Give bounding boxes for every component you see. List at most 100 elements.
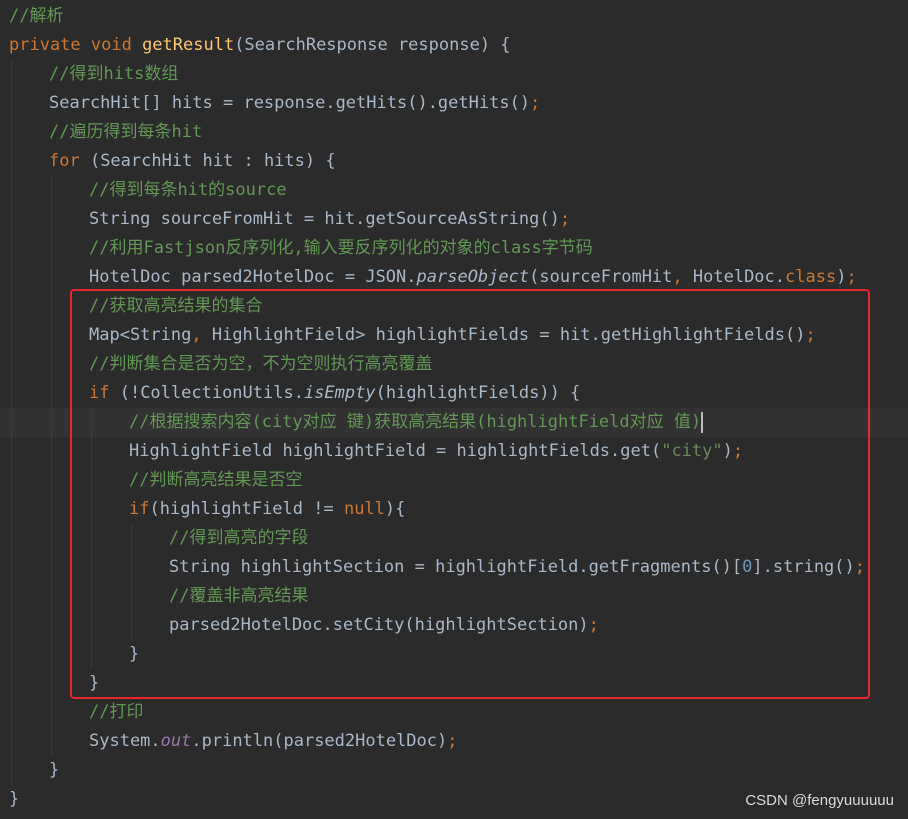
code-line[interactable]: HighlightField highlightField = highligh…	[0, 437, 908, 466]
code-line[interactable]: HotelDoc parsed2HotelDoc = JSON.parseObj…	[0, 263, 908, 292]
code-line[interactable]: }	[0, 669, 908, 698]
text-caret	[701, 411, 704, 433]
code-token: ;	[805, 325, 816, 345]
indent-guide	[131, 524, 132, 640]
code-token: System.	[89, 731, 161, 751]
code-token: HotelDoc.	[692, 267, 786, 287]
code-token: HighlightField highlightField = highligh…	[129, 441, 662, 461]
code-token: .println(parsed2HotelDoc)	[191, 731, 448, 751]
code-token: (SearchResponse response) {	[234, 35, 511, 55]
code-token: SearchHit[] hits = response.getHits().ge…	[49, 93, 531, 113]
code-token: HotelDoc parsed2HotelDoc = JSON.	[89, 267, 417, 287]
code-line-text: String sourceFromHit = hit.getSourceAsSt…	[89, 205, 570, 234]
code-line-text: System.out.println(parsed2HotelDoc);	[89, 727, 458, 756]
code-line-text: private void getResult(SearchResponse re…	[9, 31, 511, 60]
code-token: private void	[9, 35, 143, 55]
code-line[interactable]: //得到hits数组	[0, 60, 908, 89]
code-line[interactable]: //判断高亮结果是否空	[0, 466, 908, 495]
code-token: "city"	[661, 441, 723, 461]
code-token: ;	[732, 441, 744, 461]
code-line-text: //解析	[9, 2, 63, 31]
indent-guide	[51, 176, 52, 756]
code-token: //得到每条hit的source	[89, 180, 287, 200]
code-line[interactable]: System.out.println(parsed2HotelDoc);	[0, 727, 908, 756]
code-token: }	[129, 644, 140, 664]
code-line-text: //根据搜索内容(city对应 键)获取高亮结果(highlightField对…	[129, 408, 704, 437]
code-line-text: if (!CollectionUtils.isEmpty(highlightFi…	[89, 379, 580, 408]
code-token: //打印	[89, 702, 144, 722]
code-line[interactable]: Map<String, HighlightField> highlightFie…	[0, 321, 908, 350]
code-token: for	[49, 151, 90, 171]
code-line-text: //覆盖非高亮结果	[169, 582, 308, 611]
code-token: (SearchHit hit : hits) {	[89, 151, 336, 171]
code-token: //判断集合是否为空，不为空则执行高亮覆盖	[89, 354, 433, 374]
code-line-text: //判断集合是否为空，不为空则执行高亮覆盖	[89, 350, 432, 379]
code-line-text: }	[129, 640, 139, 669]
code-token: ;	[846, 267, 857, 287]
code-line[interactable]: if (!CollectionUtils.isEmpty(highlightFi…	[0, 379, 908, 408]
code-line-text: }	[9, 785, 19, 814]
code-token: getResult	[142, 35, 235, 55]
code-line[interactable]: //遍历得到每条hit	[0, 118, 908, 147]
code-line[interactable]: }	[0, 640, 908, 669]
code-line-text: String highlightSection = highlightField…	[169, 553, 865, 582]
code-editor[interactable]: //解析 private void getResult(SearchRespons…	[0, 0, 908, 819]
code-line-text: //打印	[89, 698, 143, 727]
code-line[interactable]: private void getResult(SearchResponse re…	[0, 31, 908, 60]
code-token: ;	[854, 557, 866, 577]
code-line[interactable]: //得到高亮的字段	[0, 524, 908, 553]
code-token: parsed2HotelDoc.setCity(highlightSection…	[169, 615, 589, 635]
code-line[interactable]: String sourceFromHit = hit.getSourceAsSt…	[0, 205, 908, 234]
code-line-text: //判断高亮结果是否空	[129, 466, 302, 495]
code-line[interactable]: //根据搜索内容(city对应 键)获取高亮结果(highlightField对…	[0, 408, 908, 437]
code-token: //根据搜索内容(city对应 键)获取高亮结果(highlightField对…	[129, 412, 702, 432]
code-line[interactable]: //判断集合是否为空，不为空则执行高亮覆盖	[0, 350, 908, 379]
code-token: )	[836, 267, 847, 287]
code-line[interactable]: //解析	[0, 2, 908, 31]
code-line[interactable]: }	[0, 756, 908, 785]
code-line[interactable]: for (SearchHit hit : hits) {	[0, 147, 908, 176]
code-line[interactable]: //打印	[0, 698, 908, 727]
code-line-text: for (SearchHit hit : hits) {	[49, 147, 336, 176]
code-line-text: }	[89, 669, 99, 698]
code-line[interactable]: SearchHit[] hits = response.getHits().ge…	[0, 89, 908, 118]
code-line[interactable]: //利用Fastjson反序列化,输入要反序列化的对象的class字节码	[0, 234, 908, 263]
code-token: }	[49, 760, 60, 780]
code-token: (!CollectionUtils.	[119, 383, 304, 403]
code-token: //获取高亮结果的集合	[89, 296, 263, 316]
code-token: ;	[559, 209, 571, 229]
code-line-text: parsed2HotelDoc.setCity(highlightSection…	[169, 611, 599, 640]
code-token: ].string()	[752, 557, 855, 577]
code-line-text: //得到每条hit的source	[89, 176, 287, 205]
indent-guide	[11, 60, 12, 785]
code-token: ,	[191, 325, 212, 345]
code-token: ;	[447, 731, 458, 751]
code-line[interactable]: if(highlightField != null){	[0, 495, 908, 524]
code-token: Map<String	[89, 325, 192, 345]
code-token: //覆盖非高亮结果	[169, 586, 309, 606]
code-line-text: if(highlightField != null){	[129, 495, 405, 524]
code-token: //解析	[9, 6, 64, 26]
code-line[interactable]: String highlightSection = highlightField…	[0, 553, 908, 582]
code-line-text: //遍历得到每条hit	[49, 118, 202, 147]
code-line-text: }	[49, 756, 59, 785]
code-line[interactable]: //得到每条hit的source	[0, 176, 908, 205]
code-token: (sourceFromHit	[529, 267, 673, 287]
code-line-text: HighlightField highlightField = highligh…	[129, 437, 743, 466]
code-token: //判断高亮结果是否空	[129, 470, 303, 490]
code-token: HighlightField> highlightFields = hit.ge…	[211, 325, 806, 345]
code-token: ;	[588, 615, 599, 635]
code-token: out	[160, 731, 192, 751]
code-line[interactable]: parsed2HotelDoc.setCity(highlightSection…	[0, 611, 908, 640]
code-line-text: //得到高亮的字段	[169, 524, 308, 553]
code-token: String sourceFromHit = hit.getSourceAsSt…	[89, 209, 560, 229]
code-token: 0	[742, 557, 753, 577]
code-token: (highlightFields)) {	[375, 383, 581, 403]
code-line-text: //利用Fastjson反序列化,输入要反序列化的对象的class字节码	[89, 234, 593, 263]
indent-guide	[91, 408, 92, 669]
code-line[interactable]: //获取高亮结果的集合	[0, 292, 908, 321]
code-token: isEmpty	[303, 383, 376, 403]
code-token: //利用Fastjson反序列化,输入要反序列化的对象的class字节码	[89, 238, 593, 258]
code-line-text: HotelDoc parsed2HotelDoc = JSON.parseObj…	[89, 263, 857, 292]
code-line[interactable]: //覆盖非高亮结果	[0, 582, 908, 611]
